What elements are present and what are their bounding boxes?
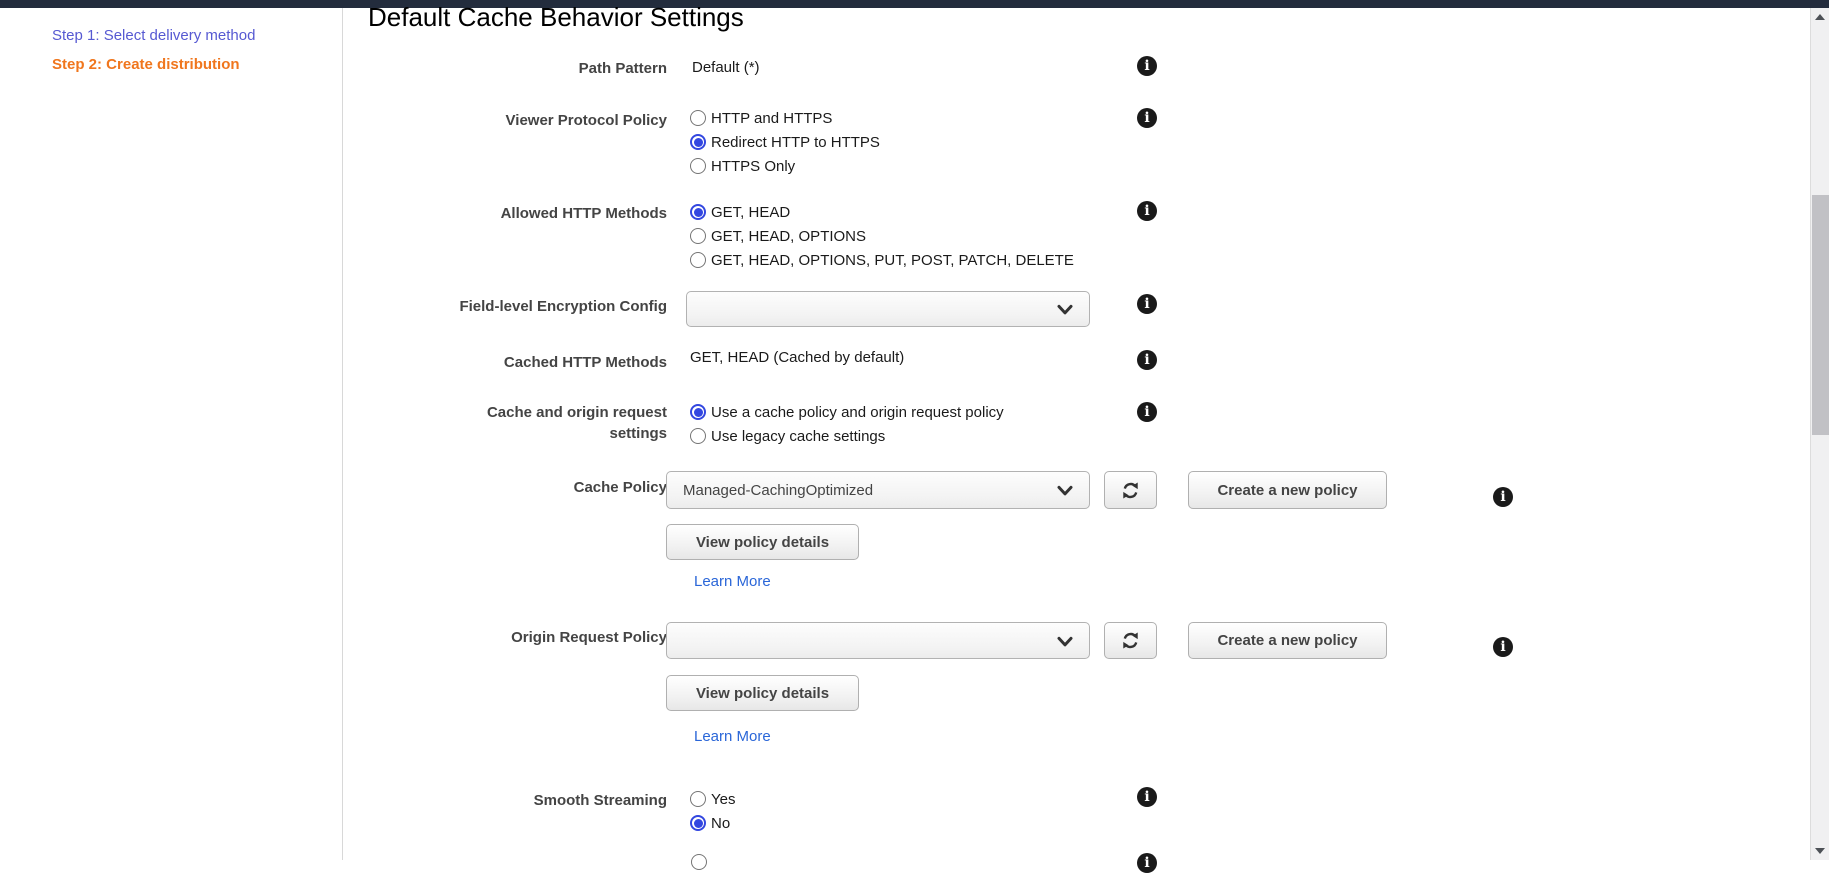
scrollbar-thumb[interactable] [1812, 195, 1829, 435]
origin-request-policy-refresh-button[interactable] [1104, 622, 1157, 659]
sidebar-step2-current: Step 2: Create distribution [52, 56, 240, 73]
origin-request-policy-learn-more-link[interactable]: Learn More [694, 728, 771, 745]
allowed-http-methods-label: Allowed HTTP Methods [437, 203, 667, 224]
sidebar-divider [342, 8, 343, 860]
cached-http-methods-label: Cached HTTP Methods [437, 352, 667, 373]
radio-option[interactable]: Yes [690, 787, 735, 811]
sidebar-step1-link[interactable]: Step 1: Select delivery method [52, 27, 255, 44]
info-icon[interactable]: i [1137, 56, 1157, 76]
radio-selected-icon[interactable] [690, 404, 706, 420]
radio-option[interactable]: HTTPS Only [690, 154, 880, 178]
radio-option-label: Use a cache policy and origin request po… [711, 404, 1004, 421]
cache-origin-settings-options: Use a cache policy and origin request po… [690, 400, 1004, 448]
refresh-icon [1121, 481, 1140, 500]
vertical-scrollbar[interactable] [1810, 8, 1829, 860]
refresh-icon [1121, 631, 1140, 650]
path-pattern-value: Default (*) [692, 59, 760, 76]
radio-option-label: No [711, 815, 730, 832]
viewer-protocol-policy-label: Viewer Protocol Policy [437, 110, 667, 131]
info-icon[interactable]: i [1137, 402, 1157, 422]
path-pattern-label: Path Pattern [437, 58, 667, 79]
page-title: Default Cache Behavior Settings [368, 2, 744, 33]
radio-selected-icon[interactable] [690, 134, 706, 150]
chevron-down-icon [1057, 636, 1073, 647]
radio-unselected-icon[interactable] [690, 110, 706, 126]
radio-selected-icon[interactable] [690, 204, 706, 220]
radio-option[interactable]: GET, HEAD [690, 200, 1074, 224]
info-icon[interactable]: i [1137, 853, 1157, 873]
cache-policy-label: Cache Policy [437, 477, 667, 498]
radio-option[interactable]: GET, HEAD, OPTIONS, PUT, POST, PATCH, DE… [690, 248, 1074, 272]
viewer-protocol-policy-options: HTTP and HTTPS Redirect HTTP to HTTPS HTTP… [690, 106, 880, 178]
smooth-streaming-options: Yes No [690, 787, 735, 835]
cache-policy-details-button[interactable]: View policy details [666, 524, 859, 560]
smooth-streaming-label: Smooth Streaming [437, 790, 667, 811]
radio-selected-icon[interactable] [690, 815, 706, 831]
down-arrow-icon [1815, 848, 1825, 854]
cache-policy-create-button[interactable]: Create a new policy [1188, 471, 1387, 509]
origin-request-policy-select[interactable] [666, 622, 1090, 659]
info-icon[interactable]: i [1137, 350, 1157, 370]
scroll-down-button[interactable] [1811, 842, 1829, 860]
info-icon[interactable]: i [1493, 637, 1513, 657]
info-icon[interactable]: i [1137, 294, 1157, 314]
radio-unselected-icon[interactable] [690, 428, 706, 444]
radio-unselected-icon[interactable] [690, 252, 706, 268]
radio-option-label: GET, HEAD, OPTIONS, PUT, POST, PATCH, DE… [711, 252, 1074, 269]
info-icon[interactable]: i [1137, 201, 1157, 221]
radio-option-label: GET, HEAD [711, 204, 790, 221]
cache-policy-refresh-button[interactable] [1104, 471, 1157, 509]
radio-option[interactable]: Use legacy cache settings [690, 424, 1004, 448]
field-level-encryption-select[interactable] [686, 291, 1090, 327]
radio-unselected-icon[interactable] [690, 158, 706, 174]
cached-http-methods-value: GET, HEAD (Cached by default) [690, 349, 904, 366]
radio-option-label: Redirect HTTP to HTTPS [711, 134, 880, 151]
radio-option[interactable]: HTTP and HTTPS [690, 106, 880, 130]
origin-request-policy-create-button[interactable]: Create a new policy [1188, 622, 1387, 659]
cache-origin-settings-label: Cache and origin request settings [437, 402, 667, 444]
radio-unselected-icon[interactable] [691, 854, 707, 870]
cache-policy-select[interactable]: Managed-CachingOptimized [666, 471, 1090, 509]
radio-option[interactable]: Use a cache policy and origin request po… [690, 400, 1004, 424]
up-arrow-icon [1815, 14, 1825, 20]
cache-policy-value: Managed-CachingOptimized [667, 482, 873, 499]
info-icon[interactable]: i [1137, 108, 1157, 128]
allowed-http-methods-options: GET, HEAD GET, HEAD, OPTIONS GET, HEAD, OP… [690, 200, 1074, 272]
chevron-down-icon [1057, 304, 1073, 315]
radio-option-label: Use legacy cache settings [711, 428, 885, 445]
radio-unselected-icon[interactable] [690, 228, 706, 244]
chevron-down-icon [1057, 485, 1073, 496]
scroll-up-button[interactable] [1811, 8, 1829, 26]
radio-option[interactable]: GET, HEAD, OPTIONS [690, 224, 1074, 248]
top-navigation-bar-edge [0, 0, 1829, 8]
origin-request-policy-details-button[interactable]: View policy details [666, 675, 859, 711]
cache-policy-learn-more-link[interactable]: Learn More [694, 573, 771, 590]
radio-option[interactable]: No [690, 811, 735, 835]
radio-option-label: Yes [711, 791, 735, 808]
field-level-encryption-label: Field-level Encryption Config [437, 296, 667, 317]
radio-option-label: HTTPS Only [711, 158, 795, 175]
origin-request-policy-label: Origin Request Policy [437, 627, 667, 648]
info-icon[interactable]: i [1137, 787, 1157, 807]
radio-option-label: GET, HEAD, OPTIONS [711, 228, 866, 245]
radio-option[interactable]: Redirect HTTP to HTTPS [690, 130, 880, 154]
info-icon[interactable]: i [1493, 487, 1513, 507]
radio-option-label: HTTP and HTTPS [711, 110, 832, 127]
radio-unselected-icon[interactable] [690, 791, 706, 807]
